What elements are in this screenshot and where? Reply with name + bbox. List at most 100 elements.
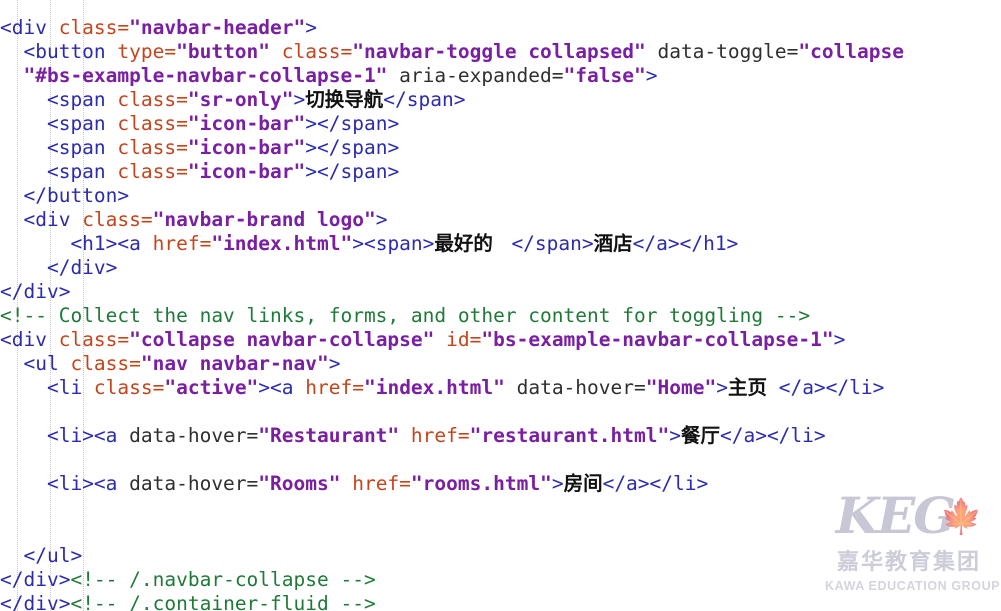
code-token-val: "index.html": [211, 232, 353, 255]
code-line[interactable]: <button type="button" class="navbar-togg…: [0, 40, 1001, 64]
code-line[interactable]: <li><a data-hover="Restaurant" href="res…: [0, 424, 1001, 448]
code-token-attr: href=: [305, 376, 364, 399]
code-token-tag: </span>: [499, 232, 594, 255]
code-line[interactable]: <div class="collapse navbar-collapse" id…: [0, 328, 1001, 352]
code-token-val: "false": [563, 64, 646, 87]
code-token-tag: <span: [0, 88, 118, 111]
code-line[interactable]: [0, 400, 1001, 424]
code-token-attr: class=: [58, 328, 130, 351]
code-token-tag: </div>: [0, 280, 71, 303]
code-token-comment: <!-- Collect the nav links, forms, and o…: [0, 304, 811, 327]
code-token-val: "nav navbar-nav": [140, 352, 329, 375]
code-token-tag: <li: [0, 376, 94, 399]
code-token-tag: ></span>: [305, 136, 400, 159]
code-line[interactable]: [0, 496, 1001, 520]
code-token-attr: class=: [117, 160, 188, 183]
code-token-val: "icon-bar": [187, 136, 306, 159]
code-token-tag: </div>: [0, 256, 118, 279]
code-token-attr: class=: [93, 376, 165, 399]
code-token-tag: </ul>: [0, 544, 83, 567]
code-token-val: "bs-example-navbar-collapse-1": [481, 328, 834, 351]
code-token-comment: <!-- /.container-fluid -->: [70, 592, 376, 611]
code-token-val: "Restaurant": [258, 424, 400, 447]
code-token-val: "index.html": [363, 376, 505, 399]
code-line[interactable]: "#bs-example-navbar-collapse-1" aria-exp…: [0, 64, 1001, 88]
code-token-tag: <li><a: [0, 472, 130, 495]
code-line[interactable]: </div>: [0, 280, 1001, 304]
code-token-tag: <li><a: [0, 424, 130, 447]
code-token-tag: <span: [0, 160, 118, 183]
code-token-tag: </a></li>: [719, 424, 826, 447]
code-token-attr: class=: [270, 40, 353, 63]
code-token-val: "restaurant.html": [469, 424, 670, 447]
code-token-attr: type=: [117, 40, 177, 63]
code-token-val: "navbar-brand logo": [152, 208, 376, 231]
code-token-tag: >: [645, 64, 658, 87]
code-token-val: "button": [176, 40, 271, 63]
code-token-tag: </a></h1>: [632, 232, 739, 255]
code-token-tag: >: [716, 376, 728, 399]
code-line[interactable]: <span class="icon-bar"></span>: [0, 112, 1001, 136]
code-token-val: "icon-bar": [187, 112, 306, 135]
code-token-val: "active": [164, 376, 259, 399]
code-line[interactable]: <div class="navbar-header">: [0, 16, 1001, 40]
code-token-attr-dk: data-toggle=: [645, 40, 799, 63]
code-line[interactable]: <!-- Collect the nav links, forms, and o…: [0, 304, 1001, 328]
code-token-attr-dk: data-hover=: [129, 424, 259, 447]
code-line[interactable]: </button>: [0, 184, 1001, 208]
code-token-tag: ></span>: [305, 112, 400, 135]
code-token-tag: >: [293, 88, 306, 111]
code-line[interactable]: [0, 520, 1001, 544]
code-token-tag: <button: [0, 40, 118, 63]
code-line[interactable]: <span class="icon-bar"></span>: [0, 136, 1001, 160]
code-token-cjk: 房间: [563, 472, 603, 495]
code-token-cjk: 最好的: [434, 232, 500, 255]
code-token-tag: <span: [0, 136, 118, 159]
code-line[interactable]: </div><!-- /.container-fluid -->: [0, 592, 1001, 611]
code-token-tag: </span>: [383, 88, 466, 111]
code-token-val: "collapse navbar-collapse": [129, 328, 435, 351]
code-token-attr: href=: [340, 472, 411, 495]
code-token-tag: >: [375, 208, 388, 231]
code-token-cjk: 主页: [727, 376, 767, 399]
code-token-val: "rooms.html": [410, 472, 552, 495]
code-token-attr: class=: [117, 88, 188, 111]
code-line[interactable]: <span class="icon-bar"></span>: [0, 160, 1001, 184]
code-line[interactable]: <li><a data-hover="Rooms" href="rooms.ht…: [0, 472, 1001, 496]
code-token-attr: href=: [152, 232, 212, 255]
code-token-attr: class=: [117, 112, 188, 135]
code-token-tag: >: [551, 472, 564, 495]
code-line[interactable]: [0, 448, 1001, 472]
code-token-val: "Rooms": [258, 472, 341, 495]
code-token-attr: class=: [58, 16, 130, 39]
code-token-tag: </div>: [0, 592, 71, 611]
code-token-cjk: 酒店: [593, 232, 633, 255]
code-token-val: "navbar-toggle collapsed": [352, 40, 646, 63]
code-line[interactable]: <h1><a href="index.html"><span>最好的 </spa…: [0, 232, 1001, 256]
code-content[interactable]: <div class="navbar-header"> <button type…: [0, 0, 1001, 611]
code-token-attr: class=: [70, 352, 141, 375]
code-token-val: "navbar-header": [129, 16, 306, 39]
code-token-attr: id=: [434, 328, 482, 351]
code-token-val: "#bs-example-navbar-collapse-1": [0, 64, 388, 87]
code-line[interactable]: [0, 0, 1001, 16]
code-token-tag: <ul: [0, 352, 71, 375]
code-editor-canvas[interactable]: <div class="navbar-header"> <button type…: [0, 0, 1001, 611]
code-token-val: "sr-only": [187, 88, 294, 111]
code-token-attr: href=: [399, 424, 470, 447]
code-line[interactable]: <div class="navbar-brand logo">: [0, 208, 1001, 232]
code-token-val: "icon-bar": [187, 160, 306, 183]
code-token-tag: <span: [0, 112, 118, 135]
code-line[interactable]: </div>: [0, 256, 1001, 280]
code-token-cjk: 餐厅: [680, 424, 720, 447]
code-line[interactable]: <span class="sr-only">切换导航</span>: [0, 88, 1001, 112]
code-token-attr-dk: aria-expanded=: [387, 64, 564, 87]
code-line[interactable]: <ul class="nav navbar-nav">: [0, 352, 1001, 376]
code-token-tag: <div: [0, 328, 59, 351]
code-token-cjk: 切换导航: [305, 88, 384, 111]
code-line[interactable]: </div><!-- /.navbar-collapse -->: [0, 568, 1001, 592]
code-token-tag: ><span>: [352, 232, 435, 255]
code-line[interactable]: </ul>: [0, 544, 1001, 568]
code-line[interactable]: <li class="active"><a href="index.html" …: [0, 376, 1001, 400]
code-token-attr-dk: data-hover=: [504, 376, 646, 399]
